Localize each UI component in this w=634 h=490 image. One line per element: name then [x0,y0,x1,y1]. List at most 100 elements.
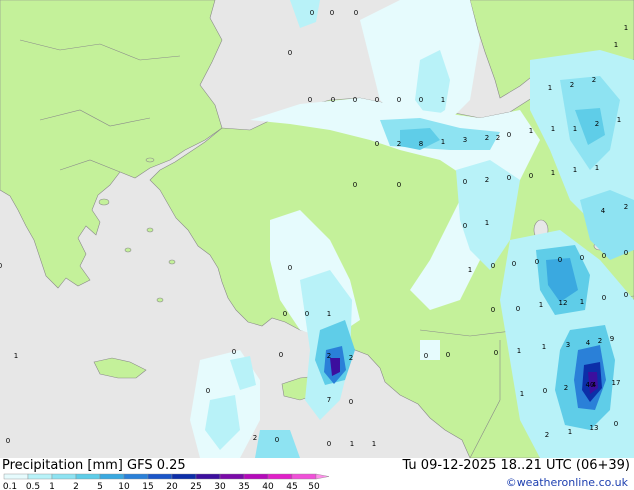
legend-swatches [3,473,330,480]
legend-swatch [3,473,29,480]
value-label: 1 [580,298,584,306]
value-label: 0 [305,310,309,318]
value-label: 1 [372,440,376,448]
value-label: 0 [580,254,584,262]
value-label: 2 [485,134,489,142]
value-label: 2 [397,140,401,148]
value-label: 1 [441,138,445,146]
value-label: 2 [496,134,500,142]
legend-label: 45 [286,482,297,490]
value-label: 0 [512,260,516,268]
value-label: 3 [463,136,467,144]
map-title: Precipitation [mm] GFS 0.25 [2,458,186,473]
legend-label: 30 [214,482,226,490]
value-label: 1 [595,164,599,172]
value-label: 7 [327,396,331,404]
legend-swatch [147,473,173,480]
value-label: 0 [614,420,618,428]
legend-arrow [315,473,330,480]
value-label: 0 [283,310,287,318]
value-label: 2 [327,352,331,360]
value-label: 0 [288,49,292,57]
legend-swatch [291,473,317,480]
value-label: 0 [491,262,495,270]
value-label: 0 [206,387,210,395]
value-label: 2 [485,176,489,184]
value-label: 0 [419,96,423,104]
value-label: 1 [614,41,618,49]
value-label: 0 [507,174,511,182]
legend-swatch [123,473,149,480]
credit-link[interactable]: ©weatheronline.co.uk [506,476,628,489]
legend-label: 35 [238,482,249,490]
value-label: 1 [573,166,577,174]
value-label: 9 [610,335,614,343]
value-label: 12 [559,299,568,307]
value-label: 0 [279,351,283,359]
value-label: 1 [548,84,552,92]
value-label: 0 [543,387,547,395]
value-label: 1 [485,219,489,227]
value-label: 1 [539,301,543,309]
legend-label: 40 [262,482,274,490]
legend-swatch [171,473,197,480]
valid-time: Tu 09-12-2025 18..21 UTC (06+39) [402,458,630,473]
value-label: 0 [624,249,628,257]
value-label: 1 [441,96,445,104]
value-label: 1 [568,428,572,436]
value-label: 0 [310,9,314,17]
value-label: 0 [275,436,279,444]
value-label: 0 [463,222,467,230]
value-label: 0 [624,291,628,299]
value-label: 0 [288,264,292,272]
legend-label: 15 [142,482,153,490]
value-label: 2 [570,81,574,89]
value-label: 4 [586,339,591,347]
value-label: 1 [624,24,628,32]
legend: 0.1 0.5 1 2 5 10 15 20 25 30 35 40 45 50 [3,473,330,490]
value-label: 1 [551,169,555,177]
value-label: 0 [463,178,467,186]
value-label: 3 [566,341,570,349]
value-label: 0 [349,398,353,406]
legend-label: 50 [308,482,320,490]
value-label: 0 [602,294,606,302]
value-label: 2 [253,434,257,442]
value-label: 2 [624,203,628,211]
value-label: 1 [468,266,472,274]
value-label: 13 [590,424,599,432]
legend-swatch [195,473,221,480]
value-label: 0 [535,258,539,266]
value-label: 0 [353,96,357,104]
value-label: 0 [331,96,335,104]
value-label: 0 [0,262,2,270]
legend-label: 2 [73,482,79,490]
value-label: 2 [564,384,568,392]
value-label: 2 [349,354,353,362]
precipitation-map: 0 0 0 0 0 0 0 0 0 0 0 1 0 2 8 1 3 2 0 1 … [0,0,634,458]
value-label: 0 [327,440,331,448]
legend-label: 5 [97,482,103,490]
value-label: 1 [350,440,354,448]
value-label: 0 [353,181,357,189]
legend-swatch [51,473,77,480]
legend-swatch [27,473,53,480]
value-label: 1 [520,390,524,398]
value-label: 2 [595,120,599,128]
value-label: 1 [14,352,18,360]
value-label: 1 [542,343,546,351]
value-label: 17 [612,379,621,387]
legend-labels: 0.1 0.5 1 2 5 10 15 20 25 30 35 40 45 50 [3,482,320,490]
value-label: 0 [354,9,358,17]
legend-label: 25 [190,482,201,490]
value-label: 0 [375,140,379,148]
value-label: 8 [419,140,423,148]
value-label: 4 [592,381,597,389]
value-label: 0 [397,96,401,104]
legend-swatch [99,473,125,480]
value-label: 0 [232,348,236,356]
value-label: 0 [375,96,379,104]
value-label: 0 [6,437,10,445]
value-label: 2 [592,76,596,84]
value-label: 1 [617,116,621,124]
